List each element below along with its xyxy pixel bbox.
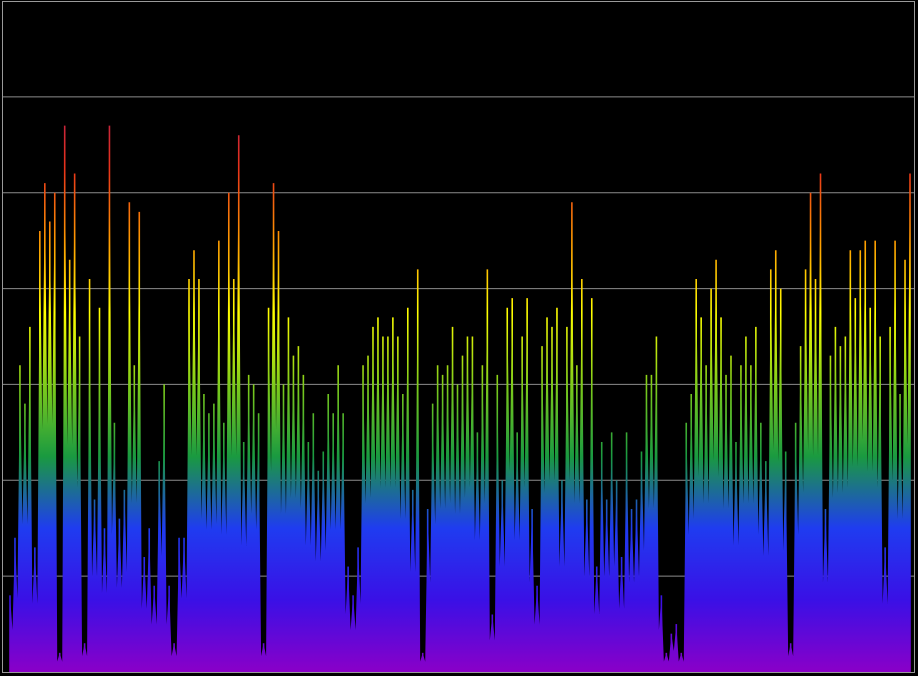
spectrum-chart (0, 0, 918, 676)
spectrum-chart-svg (0, 0, 918, 676)
